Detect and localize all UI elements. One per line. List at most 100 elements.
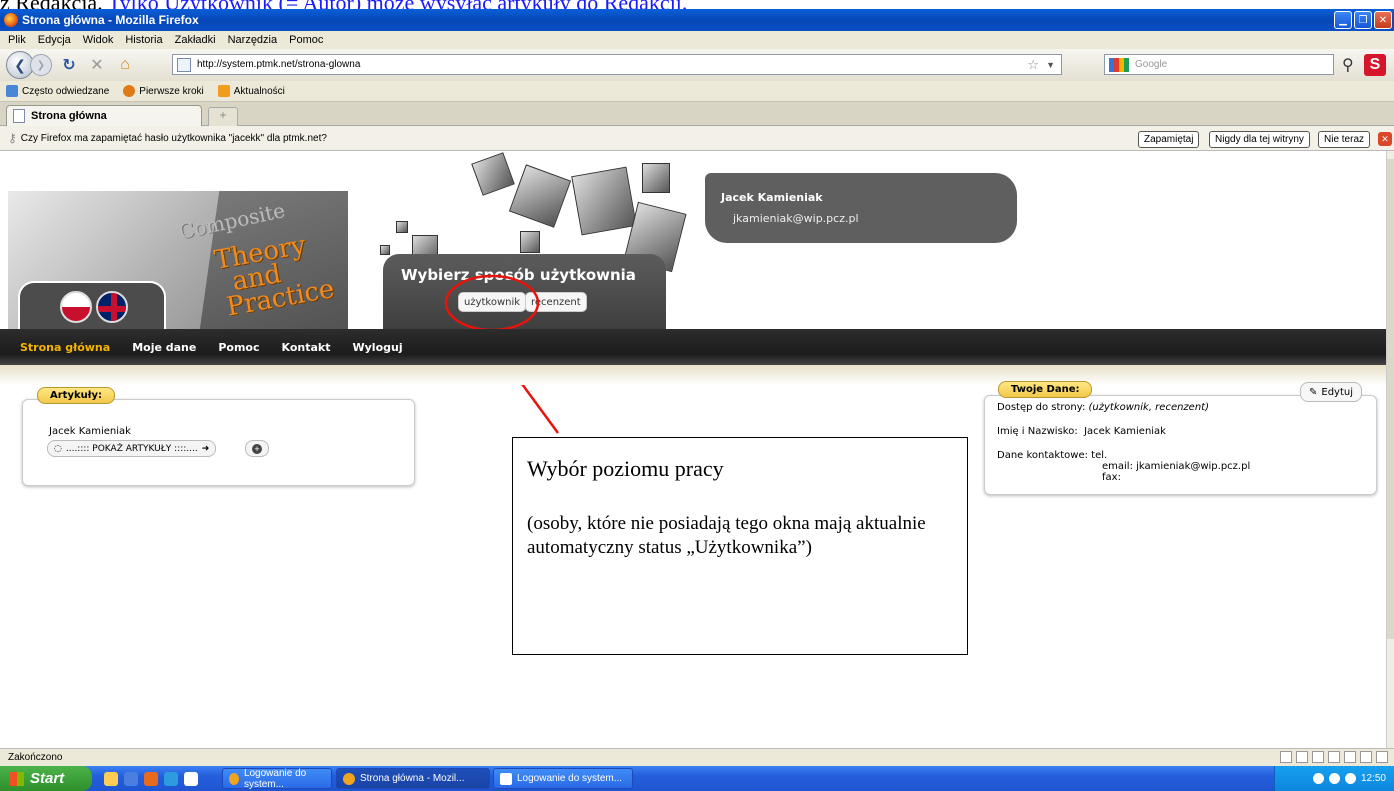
access-value: (użytkownik, recenzent)	[1088, 402, 1210, 413]
notification-close-icon[interactable]: ✕	[1378, 132, 1392, 146]
taskbar-item-label: Logowanie do system...	[243, 767, 307, 790]
search-icon[interactable]: ⚲	[1342, 55, 1354, 75]
never-button[interactable]: Nigdy dla tej witryny	[1209, 131, 1310, 148]
tab-strip: Strona główna +	[0, 102, 1394, 126]
quick-launch	[104, 771, 198, 786]
nav-logout[interactable]: Wyloguj	[353, 341, 403, 354]
articles-header: Artykuły:	[37, 387, 115, 404]
reload-icon[interactable]: ↻	[58, 54, 80, 76]
article-author: Jacek Kamieniak	[49, 426, 131, 437]
quick-launch-icon[interactable]	[144, 771, 158, 786]
taskbar-item[interactable]: Logowanie do system...	[222, 767, 332, 790]
quick-launch-icon[interactable]	[124, 771, 138, 786]
windows-logo-icon	[10, 771, 24, 786]
comment-icon: ◌	[54, 443, 62, 454]
taskbar-item[interactable]: Strona główna - Mozil...	[336, 768, 490, 789]
contact-label: Dane kontaktowe:	[997, 450, 1088, 461]
addon-icon[interactable]	[1328, 751, 1340, 763]
bookmark-item[interactable]: Często odwiedzane	[6, 85, 109, 97]
screen: z Redakcją. Tylko Użytkownik (= Autor) m…	[0, 0, 1394, 791]
status-text: Zakończono	[8, 752, 63, 763]
window-titlebar[interactable]: Strona główna - Mozilla Firefox ▁ ❐ ✕	[0, 9, 1394, 31]
contact-tel: tel.	[1091, 450, 1108, 461]
nav-home[interactable]: Strona główna	[20, 341, 110, 354]
taskbar-item[interactable]: Logowanie do system...	[493, 768, 633, 789]
menu-tools[interactable]: Narzędzia	[228, 34, 278, 46]
home-icon[interactable]: ⌂	[114, 54, 136, 76]
highlight-circle	[444, 274, 540, 332]
annotation-body: (osoby, które nie posiadają tego okna ma…	[527, 513, 926, 558]
maximize-icon[interactable]: ❐	[1354, 11, 1372, 29]
plus-icon: +	[252, 443, 262, 454]
addon-icon[interactable]	[1360, 751, 1372, 763]
not-now-button[interactable]: Nie teraz	[1318, 131, 1371, 148]
bookmark-label: Często odwiedzane	[22, 85, 110, 97]
bookmark-item[interactable]: Aktualności	[217, 85, 285, 97]
quick-launch-icon[interactable]	[104, 771, 118, 786]
nav-contact[interactable]: Kontakt	[282, 341, 331, 354]
nav-my-data[interactable]: Moje dane	[132, 341, 196, 354]
addon-s-icon[interactable]: S	[1364, 54, 1386, 76]
notification-text: Czy Firefox ma zapamiętać hasło użytkown…	[20, 132, 327, 144]
name-value: Jacek Kamieniak	[1084, 426, 1166, 437]
url-dropdown-icon[interactable]: ▼	[1046, 60, 1055, 70]
addon-icon[interactable]	[1344, 751, 1356, 763]
minimize-icon[interactable]: ▁	[1334, 11, 1352, 29]
addon-icon[interactable]	[1296, 751, 1308, 763]
status-bar: Zakończono	[0, 748, 1394, 766]
url-input[interactable]: http://system.ptmk.net/strona-glowna ☆ ▼	[172, 54, 1062, 75]
scrollbar-thumb[interactable]	[1387, 159, 1394, 639]
tray-icon[interactable]	[1328, 773, 1340, 784]
annotation-title: Wybór poziomu pracy	[527, 456, 724, 481]
stop-icon[interactable]: ✕	[86, 54, 108, 76]
tab-active[interactable]: Strona główna	[6, 105, 202, 126]
contact-email: email: jkamieniak@wip.pcz.pl	[1102, 461, 1251, 472]
new-tab-button[interactable]: +	[208, 107, 238, 126]
forward-icon[interactable]: ❯	[30, 54, 52, 76]
name-label: Imię i Nazwisko:	[997, 426, 1078, 437]
tray-icon[interactable]	[1344, 773, 1356, 784]
page-icon	[13, 109, 25, 123]
bookmark-label: Pierwsze kroki	[139, 85, 204, 97]
search-input[interactable]: Google	[1104, 54, 1334, 75]
bookmark-item[interactable]: Pierwsze kroki	[123, 85, 204, 97]
addon-icon[interactable]	[1376, 751, 1388, 763]
tray-icon[interactable]	[1312, 773, 1324, 784]
quick-launch-icon[interactable]	[184, 771, 198, 786]
nav-help[interactable]: Pomoc	[218, 341, 259, 354]
close-icon[interactable]: ✕	[1374, 11, 1392, 29]
arrow-right-icon: ➜	[201, 443, 210, 454]
your-data-box: Dostęp do strony: (użytkownik, recenzent…	[984, 395, 1377, 495]
access-row: Dostęp do strony: (użytkownik, recenzent…	[997, 402, 1209, 413]
system-tray: 12:50	[1274, 766, 1394, 791]
search-engine-icon[interactable]	[1109, 57, 1129, 72]
taskbar: Start Logowanie do system... Strona głów…	[0, 766, 1394, 791]
bookmarks-toolbar: Często odwiedzane Pierwsze kroki Aktualn…	[0, 81, 1394, 102]
vertical-scrollbar[interactable]	[1386, 151, 1394, 748]
menu-history[interactable]: Historia	[125, 34, 162, 46]
page-viewport: Composite Theory and Practice Jacek Kami…	[0, 151, 1386, 748]
add-article-button[interactable]: +	[245, 440, 269, 457]
password-notification-bar: ⚷ Czy Firefox ma zapamiętać hasło użytko…	[0, 126, 1394, 151]
menu-edit[interactable]: Edycja	[38, 34, 71, 46]
menu-file[interactable]: Plik	[8, 34, 26, 46]
addon-icon[interactable]	[1280, 751, 1292, 763]
contact-fax: fax:	[1102, 472, 1121, 483]
quick-launch-icon[interactable]	[164, 771, 178, 786]
edit-button[interactable]: ✎ Edytuj	[1300, 382, 1363, 402]
bookmark-star-icon[interactable]: ☆	[1027, 57, 1039, 73]
remember-button[interactable]: Zapamiętaj	[1138, 131, 1200, 148]
menu-help[interactable]: Pomoc	[289, 34, 323, 46]
url-text: http://system.ptmk.net/strona-glowna	[197, 59, 361, 70]
firefox-small-icon	[229, 772, 239, 785]
rss-icon	[217, 85, 230, 97]
menu-bookmarks[interactable]: Zakładki	[175, 34, 216, 46]
status-icons	[1280, 751, 1388, 763]
menu-view[interactable]: Widok	[83, 34, 114, 46]
key-icon: ⚷	[8, 131, 17, 145]
show-articles-button[interactable]: ◌ ....:::: POKAŻ ARTYKUŁY ::::.... ➜	[47, 440, 217, 457]
start-button[interactable]: Start	[0, 766, 92, 791]
firefox-icon	[4, 13, 18, 27]
addon-icon[interactable]	[1312, 751, 1324, 763]
clock[interactable]: 12:50	[1361, 773, 1386, 784]
